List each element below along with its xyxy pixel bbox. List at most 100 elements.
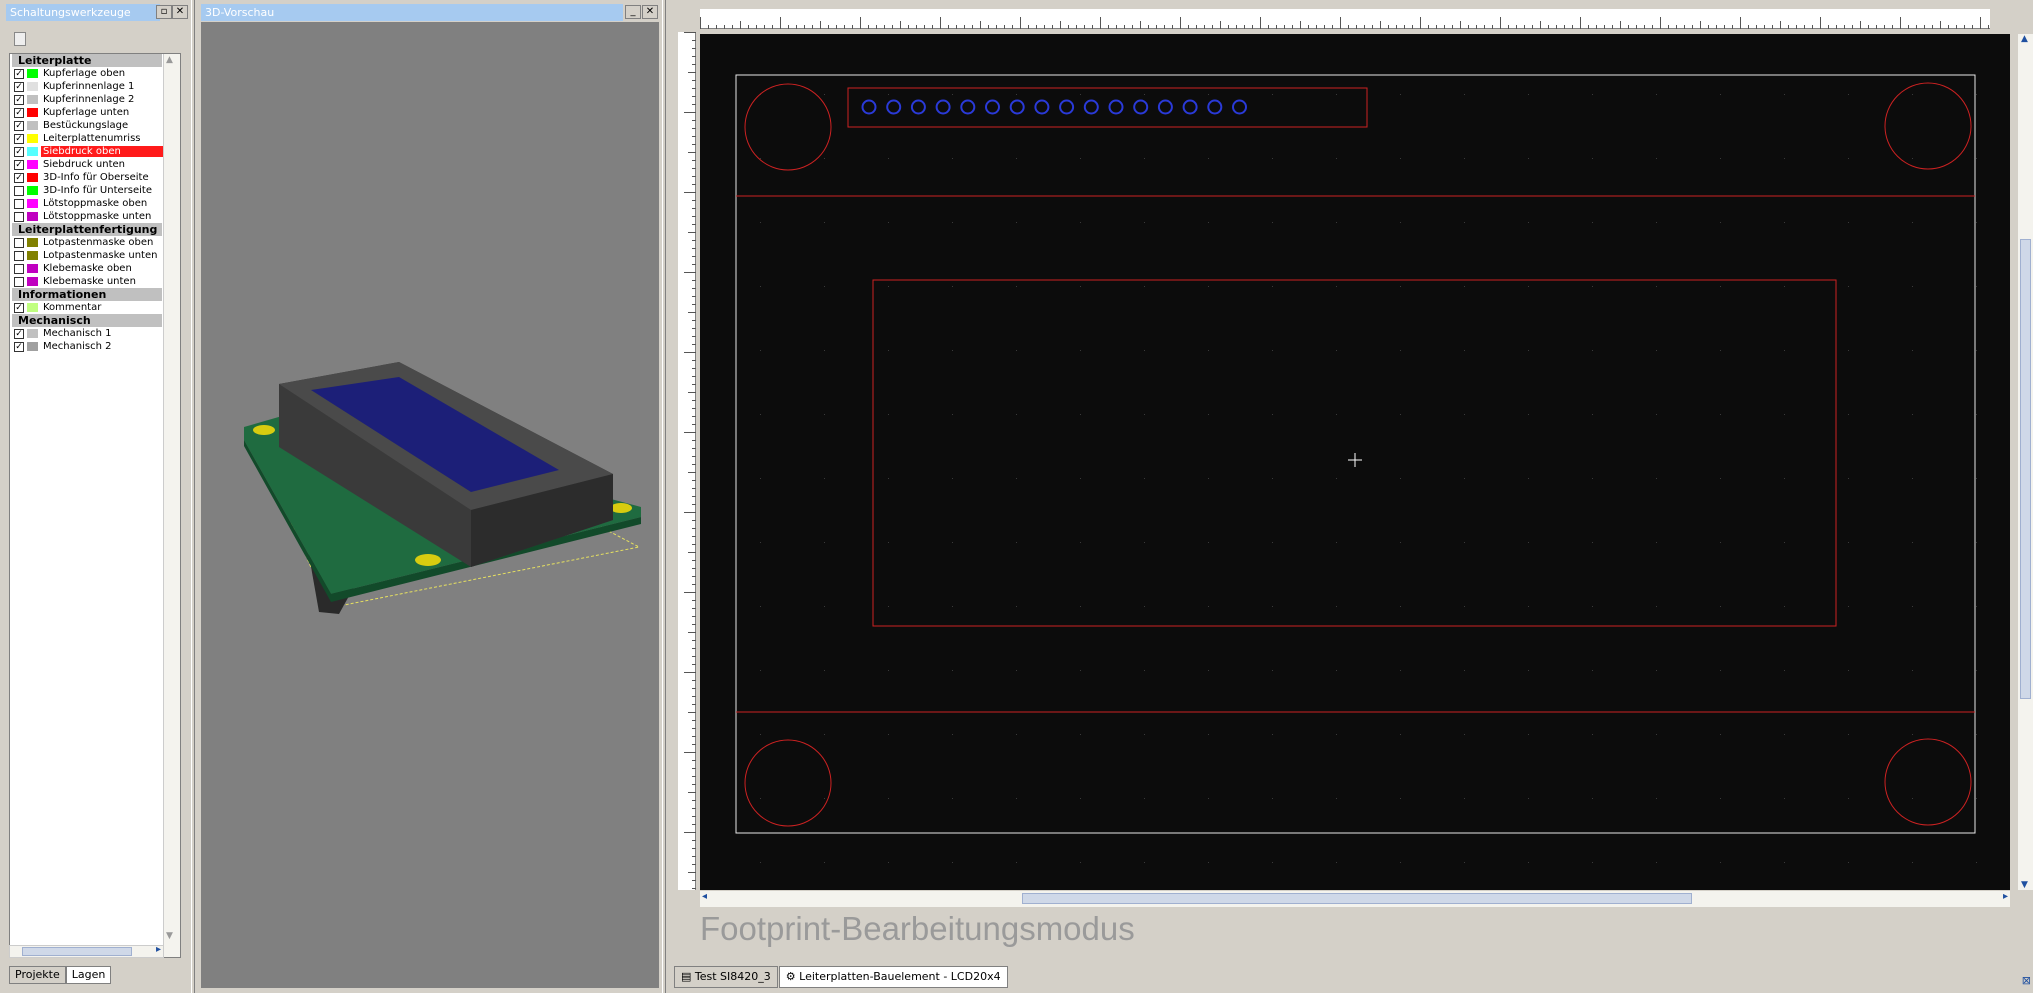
layer-color-swatch[interactable] — [27, 199, 38, 208]
canvas-vscroll[interactable]: ▲ ▼ — [2018, 34, 2033, 890]
layer-color-swatch[interactable] — [27, 212, 38, 221]
layer-row[interactable]: ✓ Kommentar — [10, 301, 180, 314]
status-icon[interactable]: ⊠ — [2022, 974, 2031, 987]
canvas-hscroll[interactable]: ◂ ▸ — [700, 891, 2010, 907]
tab-projekte[interactable]: Projekte — [9, 966, 66, 984]
layer-row[interactable]: ✓ Leiterplattenumriss — [10, 132, 180, 145]
scroll-thumb[interactable] — [22, 947, 132, 956]
layer-row[interactable]: Lötstoppmaske unten — [10, 210, 180, 223]
pad-icon[interactable] — [861, 99, 877, 115]
layer-row[interactable]: ✓ 3D-Info für Oberseite — [10, 171, 180, 184]
preview-viewport[interactable] — [201, 22, 659, 988]
tab-lagen[interactable]: Lagen — [65, 966, 112, 984]
layer-visibility-checkbox[interactable]: ✓ — [14, 341, 24, 352]
layer-color-swatch[interactable] — [27, 121, 38, 130]
scroll-right-icon[interactable]: ▸ — [2003, 891, 2008, 902]
layer-color-swatch[interactable] — [27, 186, 38, 195]
layer-color-swatch[interactable] — [27, 82, 38, 91]
layer-visibility-checkbox[interactable]: ✓ — [14, 94, 24, 105]
scroll-up-icon[interactable]: ▲ — [2021, 34, 2028, 44]
layer-color-swatch[interactable] — [27, 134, 38, 143]
layer-visibility-checkbox[interactable]: ✓ — [14, 81, 24, 92]
pad-icon[interactable] — [985, 99, 1000, 115]
close-icon[interactable]: ✕ — [172, 5, 188, 19]
pad-icon[interactable] — [1108, 99, 1124, 115]
layer-visibility-checkbox[interactable] — [14, 185, 24, 196]
layer-color-swatch[interactable] — [27, 238, 38, 247]
layer-row[interactable]: ✓ Mechanisch 1 — [10, 327, 180, 340]
pad-icon[interactable] — [1182, 99, 1198, 115]
pad-icon[interactable] — [1059, 99, 1075, 115]
pad-icon[interactable] — [886, 99, 902, 115]
layer-color-swatch[interactable] — [27, 108, 38, 117]
pad-icon[interactable] — [1009, 99, 1025, 115]
scroll-down-icon[interactable]: ▼ — [2021, 880, 2028, 890]
minimize-icon[interactable]: _ — [625, 5, 641, 19]
layer-row[interactable]: Lotpastenmaske oben — [10, 236, 180, 249]
pad-icon[interactable] — [1083, 99, 1099, 115]
layer-visibility-checkbox[interactable] — [14, 211, 24, 222]
layer-color-swatch[interactable] — [27, 69, 38, 78]
scroll-right-icon[interactable]: ▸ — [156, 944, 161, 955]
layer-visibility-checkbox[interactable] — [14, 250, 24, 261]
layer-color-swatch[interactable] — [27, 160, 38, 169]
layer-visibility-checkbox[interactable]: ✓ — [14, 146, 24, 157]
layer-color-swatch[interactable] — [27, 329, 38, 338]
layer-row[interactable]: Klebemaske unten — [10, 275, 180, 288]
restore-icon[interactable]: ▫ — [156, 5, 172, 19]
pad-icon[interactable] — [910, 99, 926, 115]
layer-row[interactable]: Lötstoppmaske oben — [10, 197, 180, 210]
layer-color-swatch[interactable] — [27, 95, 38, 104]
layer-visibility-checkbox[interactable]: ✓ — [14, 302, 24, 313]
layer-visibility-checkbox[interactable] — [14, 263, 24, 274]
layer-list-hscroll[interactable]: ▸ — [9, 944, 164, 958]
layer-row[interactable]: Lotpastenmaske unten — [10, 249, 180, 262]
pad-icon[interactable] — [1034, 99, 1050, 115]
layer-row[interactable]: ✓ Mechanisch 2 — [10, 340, 180, 353]
layer-visibility-checkbox[interactable]: ✓ — [14, 107, 24, 118]
layer-list-scrollbar[interactable]: ▲ ▼ — [163, 54, 180, 957]
layer-color-swatch[interactable] — [27, 342, 38, 351]
scroll-down-icon[interactable]: ▼ — [166, 931, 173, 941]
pad-icon[interactable] — [1232, 99, 1247, 115]
layer-row[interactable]: ✓ Siebdruck unten — [10, 158, 180, 171]
layer-visibility-checkbox[interactable]: ✓ — [14, 68, 24, 79]
scroll-thumb[interactable] — [1022, 893, 1692, 904]
scroll-up-icon[interactable]: ▲ — [166, 55, 173, 65]
layer-row[interactable]: Klebemaske oben — [10, 262, 180, 275]
pcb-canvas[interactable] — [700, 34, 2010, 890]
layer-row[interactable]: ✓ Kupferinnenlage 2 — [10, 93, 180, 106]
layer-row[interactable]: ✓ Kupferinnenlage 1 — [10, 80, 180, 93]
layer-color-swatch[interactable] — [27, 277, 38, 286]
pad-icon[interactable] — [1133, 99, 1149, 115]
layer-visibility-checkbox[interactable]: ✓ — [14, 120, 24, 131]
pad-icon[interactable] — [1207, 99, 1223, 115]
close-icon[interactable]: ✕ — [642, 5, 658, 19]
layer-visibility-checkbox[interactable] — [14, 198, 24, 209]
layer-color-swatch[interactable] — [27, 173, 38, 182]
layer-visibility-checkbox[interactable] — [14, 276, 24, 287]
layer-color-swatch[interactable] — [27, 251, 38, 260]
layer-color-swatch[interactable] — [27, 264, 38, 273]
pad-icon[interactable] — [1157, 99, 1173, 115]
pad-icon[interactable] — [935, 99, 951, 115]
layer-color-swatch[interactable] — [27, 147, 38, 156]
layer-visibility-checkbox[interactable]: ✓ — [14, 328, 24, 339]
layer-row[interactable]: 3D-Info für Unterseite — [10, 184, 180, 197]
scroll-thumb[interactable] — [2020, 239, 2031, 699]
layer-row[interactable]: ✓ Siebdruck oben — [10, 145, 180, 158]
layer-row[interactable]: ✓ Kupferlage unten — [10, 106, 180, 119]
splitter-right[interactable] — [662, 0, 666, 993]
pad-icon[interactable] — [960, 99, 976, 115]
doc-tab-schematic[interactable]: ▤ Test SI8420_3 — [674, 966, 778, 988]
layer-visibility-checkbox[interactable] — [14, 237, 24, 248]
scroll-left-icon[interactable]: ◂ — [702, 891, 707, 902]
layer-visibility-checkbox[interactable]: ✓ — [14, 172, 24, 183]
layer-row[interactable]: ✓ Bestückungslage — [10, 119, 180, 132]
layer-color-swatch[interactable] — [27, 303, 38, 312]
layer-visibility-checkbox[interactable]: ✓ — [14, 159, 24, 170]
layer-row[interactable]: ✓ Kupferlage oben — [10, 67, 180, 80]
toolbar-icon[interactable] — [14, 32, 26, 46]
layer-visibility-checkbox[interactable]: ✓ — [14, 133, 24, 144]
doc-tab-footprint[interactable]: ⚙ Leiterplatten-Bauelement - LCD20x4 — [778, 966, 1008, 988]
